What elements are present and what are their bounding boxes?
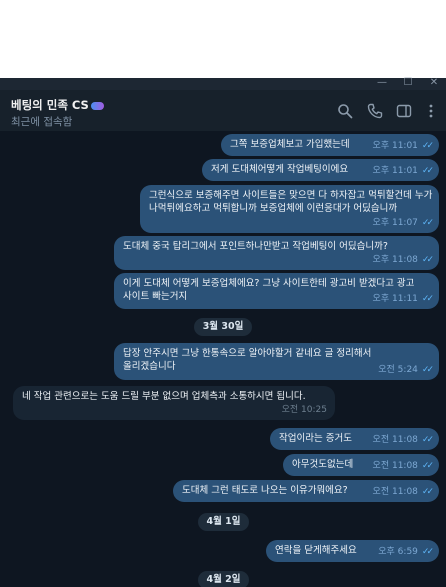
message-outgoing[interactable]: 그쪽 보증업체보고 가입했는데 오후 11:01 ✓✓ [221, 134, 439, 156]
message-text: 네 작업 관련으로는 도움 드릴 부분 없으며 업체측과 소통하시면 됩니다. [22, 391, 306, 402]
message-time: 오후 11:01 [372, 141, 418, 151]
message-time: 오후 11:01 [372, 166, 418, 176]
message-time: 오전 5:24 [378, 365, 418, 375]
date-separator: 3월 30일 [194, 318, 252, 336]
read-checkmark-icon: ✓✓ [421, 461, 434, 471]
message-meta: 오후 11:08 ✓✓ [372, 254, 434, 267]
message-time: 오후 6:59 [378, 547, 418, 557]
minimize-button[interactable]: — [372, 77, 392, 89]
read-checkmark-icon: ✓✓ [421, 294, 434, 304]
message-text: 그런식으로 보증해주면 사이트들은 맞으면 다 하자잡고 먹튀할건데 누가 나먹… [149, 190, 433, 214]
search-icon[interactable] [337, 103, 353, 119]
message-time: 오전 11:08 [372, 461, 418, 471]
message-meta: 오전 11:08 ✓✓ [372, 434, 434, 447]
close-button[interactable]: ✕ [424, 77, 444, 89]
message-outgoing[interactable]: 작업이라는 증거도 오전 11:08 ✓✓ [270, 428, 439, 450]
message-meta: 오후 11:01 ✓✓ [372, 165, 434, 178]
maximize-button[interactable]: ☐ [398, 77, 418, 89]
read-checkmark-icon: ✓✓ [421, 218, 434, 228]
message-outgoing[interactable]: 도대체 그런 태도로 나오는 이유가뭐에요? 오전 11:08 ✓✓ [173, 480, 439, 502]
message-outgoing[interactable]: 이게 도대체 어떻게 보증업체에요? 그냥 사이트한테 광고비 받겠다고 광고사… [114, 273, 439, 309]
blank-area [0, 0, 446, 78]
chat-header: 베팅의 민족 CS 최근에 접속함 [0, 90, 446, 132]
message-meta: 오후 11:11 ✓✓ [372, 293, 434, 306]
message-time: 오후 11:11 [372, 294, 418, 304]
message-outgoing[interactable]: 저게 도대체어떻게 작업베팅이에요 오후 11:01 ✓✓ [202, 159, 439, 181]
message-meta: 오후 11:07 ✓✓ [372, 217, 434, 230]
message-time: 오전 11:08 [372, 435, 418, 445]
chat-status: 최근에 접속함 [11, 116, 73, 128]
message-outgoing[interactable]: 아무것도없는데 오전 11:08 ✓✓ [283, 454, 439, 476]
more-vertical-icon[interactable] [423, 103, 439, 119]
message-text: 도대체 중국 탑리그에서 포인트하나만받고 작업베팅이 어딨습니까? [123, 241, 388, 252]
read-checkmark-icon: ✓✓ [421, 255, 434, 265]
gradient-emoji-icon [90, 101, 104, 110]
message-time: 오전 11:08 [372, 487, 418, 497]
date-separator: 4월 1일 [198, 513, 249, 531]
date-separator: 4월 2일 [198, 571, 249, 587]
message-time: 오후 11:07 [372, 218, 418, 228]
phone-icon[interactable] [367, 103, 383, 119]
message-meta: 오후 6:59 ✓✓ [378, 546, 434, 559]
message-outgoing[interactable]: 연락을 닫게해주세요 오후 6:59 ✓✓ [266, 540, 439, 562]
message-list[interactable]: 그쪽 보증업체보고 가입했는데 오후 11:01 ✓✓ 저게 도대체어떻게 작업베… [0, 132, 446, 587]
window-titlebar: — ☐ ✕ [0, 77, 446, 90]
read-checkmark-icon: ✓✓ [421, 141, 434, 151]
chat-title-text: 베팅의 민족 CS [11, 98, 89, 112]
read-checkmark-icon: ✓✓ [421, 487, 434, 497]
message-incoming[interactable]: 네 작업 관련으로는 도움 드릴 부분 없으며 업체측과 소통하시면 됩니다. … [13, 386, 335, 420]
message-meta: 오전 10:25 [282, 404, 327, 417]
read-checkmark-icon: ✓✓ [421, 365, 434, 375]
read-checkmark-icon: ✓✓ [421, 435, 434, 445]
message-meta: 오전 11:08 ✓✓ [372, 486, 434, 499]
message-time: 오후 11:08 [372, 255, 418, 265]
message-meta: 오전 5:24 ✓✓ [378, 364, 434, 377]
message-text: 답장 안주시면 그냥 한통속으로 알아야할거 같네요 글 정리해서올리겠습니다 [123, 348, 372, 372]
read-checkmark-icon: ✓✓ [421, 166, 434, 176]
message-outgoing[interactable]: 답장 안주시면 그냥 한통속으로 알아야할거 같네요 글 정리해서올리겠습니다 … [114, 343, 439, 380]
message-meta: 오전 11:08 ✓✓ [372, 460, 434, 473]
sidebar-toggle-icon[interactable] [396, 103, 412, 119]
message-meta: 오후 11:01 ✓✓ [372, 140, 434, 153]
chat-title[interactable]: 베팅의 민족 CS [11, 97, 104, 113]
message-outgoing[interactable]: 도대체 중국 탑리그에서 포인트하나만받고 작업베팅이 어딨습니까? 오후 11… [114, 236, 439, 270]
message-outgoing[interactable]: 그런식으로 보증해주면 사이트들은 맞으면 다 하자잡고 먹튀할건데 누가 나먹… [140, 185, 439, 233]
message-time: 오전 10:25 [281, 405, 327, 415]
read-checkmark-icon: ✓✓ [421, 547, 434, 557]
